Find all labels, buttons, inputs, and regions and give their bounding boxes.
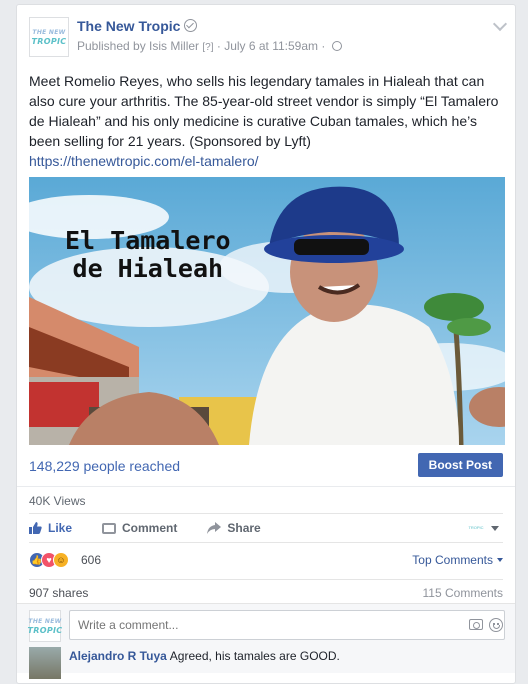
emoji-icon[interactable] (489, 618, 503, 632)
haha-reaction-icon: ☺ (53, 552, 69, 568)
shares-comments-row: 907 shares 115 Comments (29, 579, 503, 603)
commenter-avatar: THE NEW TROPIC (28, 610, 62, 642)
boost-post-button[interactable]: Boost Post (417, 453, 503, 477)
video-title-overlay: El Tamalero de Hialeah (65, 226, 231, 283)
help-marker[interactable]: [?] (202, 42, 213, 53)
reaction-count[interactable]: 606 (81, 553, 101, 567)
page-avatar[interactable]: THE NEW TROPIC (29, 17, 69, 57)
post-text: Meet Romelio Reyes, who sells his legend… (17, 67, 515, 171)
share-button[interactable]: Share (207, 521, 261, 535)
page-logo: THE NEW TROPIC (31, 29, 67, 46)
post-body: Meet Romelio Reyes, who sells his legend… (29, 73, 499, 149)
reactions-row: 👍 ♥ ☺ 606 Top Comments (17, 543, 515, 579)
globe-icon[interactable] (331, 41, 342, 51)
page-mini-logo: TROPIC (468, 525, 484, 530)
comment-body: Agreed, his tamales are GOOD. (169, 649, 340, 663)
top-comments-label: Top Comments (412, 553, 493, 567)
view-count: 40K Views (29, 494, 86, 508)
comment-icon (102, 522, 117, 534)
shares-count[interactable]: 907 shares (29, 586, 88, 600)
comments-count[interactable]: 115 Comments (423, 586, 503, 600)
post-card: THE NEW TROPIC The New Tropic Published … (16, 4, 516, 684)
like-button[interactable]: Like (29, 521, 72, 535)
comment-text: Alejandro R Tuya Agreed, his tamales are … (69, 649, 340, 663)
video-frame-image (29, 177, 505, 445)
comment-item: Alejandro R Tuya Agreed, his tamales are … (17, 643, 515, 679)
comment-button[interactable]: Comment (102, 521, 177, 535)
top-comments-dropdown[interactable]: Top Comments (412, 553, 503, 567)
reaction-icons[interactable]: 👍 ♥ ☺ (29, 552, 69, 568)
post-as-selector[interactable]: TROPIC (467, 523, 499, 533)
action-bar: Like Comment Share TROPIC (29, 513, 503, 543)
page-name-link[interactable]: The New Tropic (77, 18, 180, 34)
avatar[interactable] (29, 647, 61, 679)
people-reached-link[interactable]: 148,229 people reached (29, 458, 180, 474)
share-icon (207, 522, 222, 534)
post-options-chevron-icon[interactable] (492, 16, 508, 32)
insights-bar: 148,229 people reached Boost Post (17, 445, 515, 487)
caret-down-icon (491, 525, 499, 531)
verified-icon (184, 19, 198, 32)
video-thumbnail[interactable]: El Tamalero de Hialeah (29, 177, 505, 445)
post-meta: Published by Isis Miller [?] · July 6 at… (77, 39, 342, 53)
published-by[interactable]: Published by Isis Miller (77, 39, 199, 53)
post-date[interactable]: · July 6 at 11:59am · (217, 39, 326, 53)
share-label: Share (227, 521, 261, 535)
caret-down-icon (497, 558, 503, 562)
post-link[interactable]: https://thenewtropic.com/el-tamalero/ (29, 153, 259, 169)
post-header: THE NEW TROPIC The New Tropic Published … (17, 5, 515, 67)
comment-composer: THE NEW TROPIC (17, 603, 515, 643)
comment-label: Comment (122, 521, 178, 535)
like-label: Like (48, 521, 73, 535)
comment-input[interactable] (69, 610, 505, 640)
comment-author[interactable]: Alejandro R Tuya (69, 649, 167, 663)
thumbs-up-icon (29, 522, 42, 534)
camera-icon[interactable] (469, 619, 483, 630)
page-name[interactable]: The New Tropic (77, 18, 198, 34)
